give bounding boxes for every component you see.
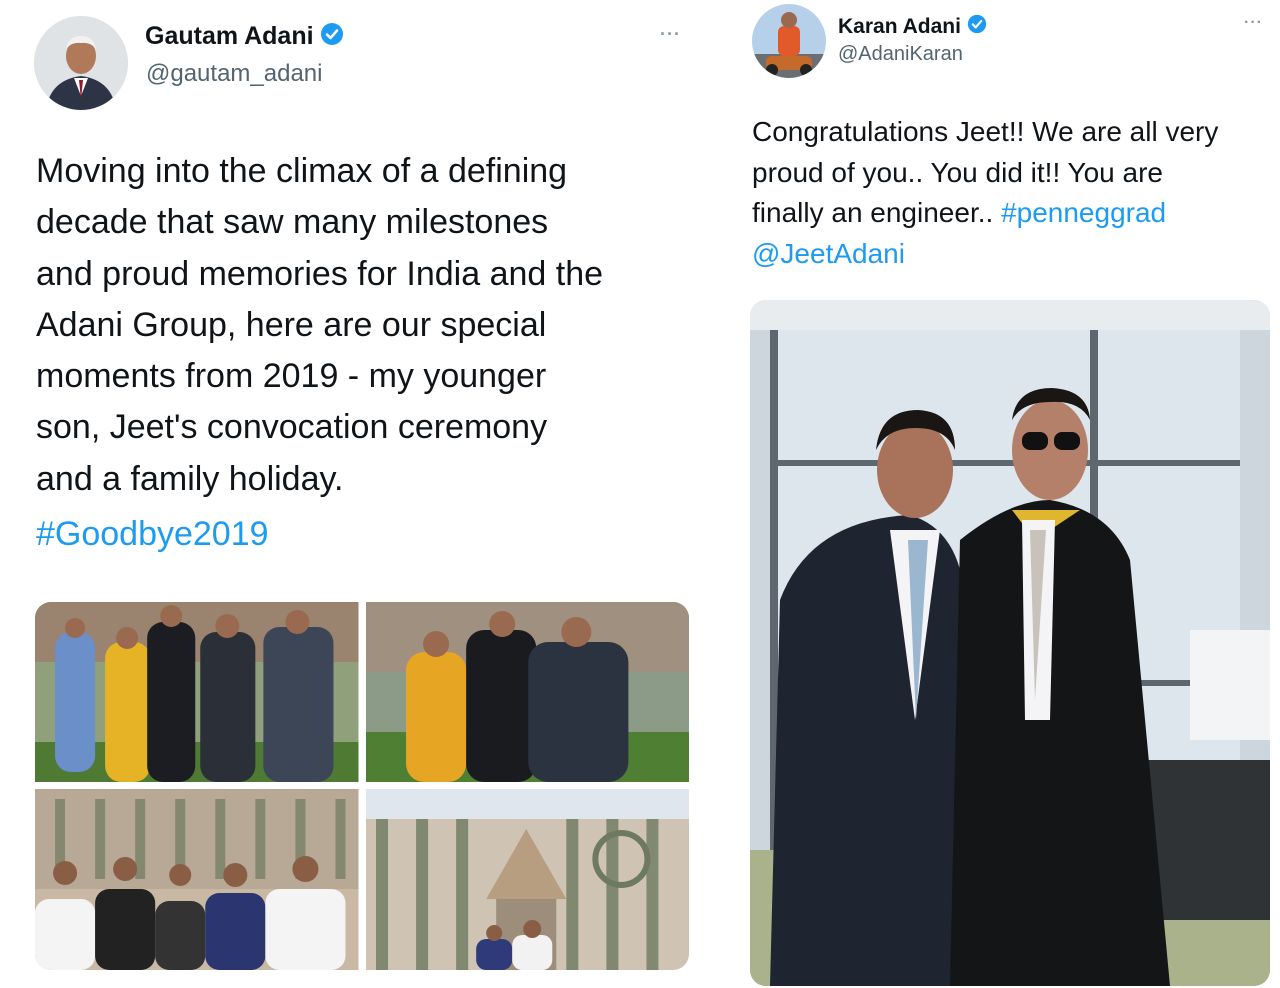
tweet-text: Moving into the climax of a defining dec… [36, 152, 604, 498]
author-avatar[interactable] [34, 16, 128, 110]
author-name[interactable]: Gautam Adani [145, 22, 314, 51]
mention-link[interactable]: @JeetAdani [752, 234, 1272, 275]
tweet-text: Congratulations Jeet!! We are all very p… [752, 112, 1272, 274]
more-options-icon[interactable]: ··· [660, 24, 681, 45]
hashtag-link[interactable]: #Goodbye2019 [36, 515, 269, 554]
media-photo-cathedral-couple[interactable] [365, 789, 689, 970]
tweet-text-line: proud of you.. You did it!! You are [752, 156, 1164, 188]
media-photo-brothers-graduation[interactable] [750, 300, 1270, 986]
author-handle[interactable]: @AdaniKaran [838, 43, 963, 66]
media-grid [35, 602, 689, 970]
media-photo-graduation-family[interactable] [365, 602, 689, 782]
author-avatar[interactable] [752, 4, 826, 78]
author-name[interactable]: Karan Adani [838, 15, 961, 39]
media-photo-cathedral-family[interactable] [35, 789, 359, 970]
tweet-divider [718, 0, 724, 988]
hashtag-link[interactable]: #penneggrad [1001, 197, 1166, 228]
tweet-gautam-adani[interactable]: Gautam Adani @gautam_adani ··· Moving in… [0, 0, 712, 988]
tweet-text-line: finally an engineer.. [752, 197, 1002, 228]
tweet-karan-adani[interactable]: Karan Adani @AdaniKaran ··· Congratulati… [730, 0, 1280, 988]
more-options-icon[interactable]: ··· [1244, 14, 1263, 32]
verified-badge-icon [967, 14, 987, 39]
author-handle[interactable]: @gautam_adani [146, 60, 322, 88]
media-photo-graduation-group[interactable] [35, 602, 359, 782]
tweet-text-line: Congratulations Jeet!! We are all very [752, 116, 1219, 147]
verified-badge-icon [320, 22, 344, 51]
